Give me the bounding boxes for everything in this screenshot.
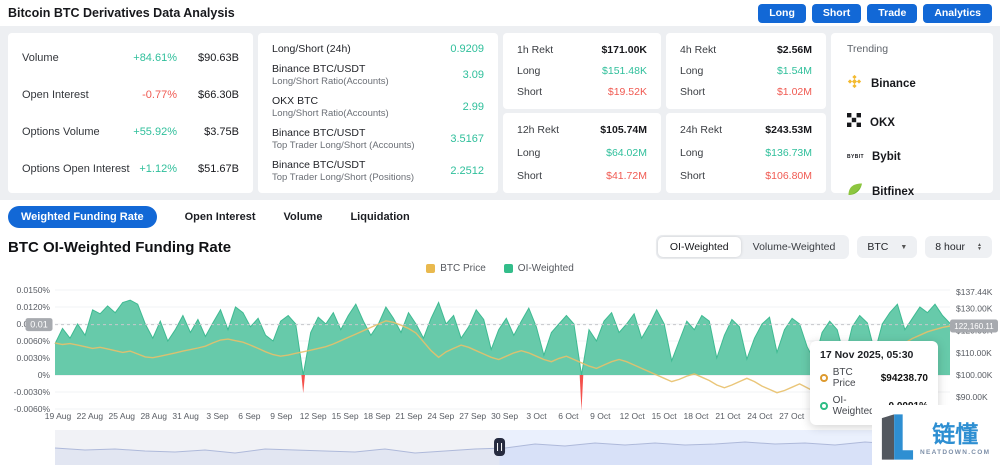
ratio-row-okx-accounts[interactable]: OKX BTC Long/Short Ratio(Accounts) 2.99	[272, 95, 484, 119]
trending-item-binance[interactable]: Binance	[847, 74, 977, 94]
svg-text:24 Sep: 24 Sep	[427, 411, 454, 421]
svg-text:-0.0030%: -0.0030%	[14, 387, 51, 397]
rekt-card-24h[interactable]: 24h Rekt$243.53M Long$136.73M Short$106.…	[666, 113, 826, 193]
weighting-toggle: OI-Weighted Volume-Weighted	[656, 235, 849, 259]
svg-text:31 Aug: 31 Aug	[172, 411, 199, 421]
coin-select[interactable]: BTC ▼	[857, 236, 917, 258]
svg-text:122,160.11: 122,160.11	[954, 322, 994, 331]
svg-text:24 Oct: 24 Oct	[747, 411, 773, 421]
stepper-arrows-icon: ▲▼	[977, 243, 982, 251]
svg-text:27 Sep: 27 Sep	[459, 411, 486, 421]
rekt-card-4h[interactable]: 4h Rekt$2.56M Long$1.54M Short$1.02M	[666, 33, 826, 109]
ratio-row-top-trader-positions[interactable]: Binance BTC/USDT Top Trader Long/Short (…	[272, 159, 484, 183]
binance-icon	[847, 74, 862, 94]
svg-text:21 Sep: 21 Sep	[395, 411, 422, 421]
svg-text:25 Aug: 25 Aug	[109, 411, 136, 421]
neatdown-logo-icon	[880, 413, 914, 466]
svg-text:3 Oct: 3 Oct	[526, 411, 547, 421]
oi-weighted-toggle[interactable]: OI-Weighted	[658, 237, 741, 257]
header-buttons: Long Short Trade Analytics	[758, 4, 992, 23]
tab-weighted-funding-rate[interactable]: Weighted Funding Rate	[8, 206, 157, 228]
svg-text:27 Oct: 27 Oct	[779, 411, 805, 421]
stat-row-options-volume[interactable]: Options Volume +55.92% $3.75B	[22, 126, 239, 138]
tooltip-date: 17 Nov 2025, 05:30	[820, 349, 928, 361]
svg-text:15 Sep: 15 Sep	[332, 411, 359, 421]
svg-text:22 Aug: 22 Aug	[77, 411, 104, 421]
chart-section-title: BTC OI-Weighted Funding Rate	[8, 239, 231, 256]
ratio-row-binance-accounts[interactable]: Binance BTC/USDT Long/Short Ratio(Accoun…	[272, 63, 484, 87]
long-short-ratio-card: Long/Short (24h) 0.9209 Binance BTC/USDT…	[258, 33, 498, 193]
volume-weighted-toggle[interactable]: Volume-Weighted	[741, 237, 848, 257]
trending-item-bybit[interactable]: BYBIT Bybit	[847, 151, 977, 163]
svg-text:12 Oct: 12 Oct	[620, 411, 646, 421]
trending-card: Trending Binance OKX	[831, 33, 993, 193]
ratio-row-top-trader-accounts[interactable]: Binance BTC/USDT Top Trader Long/Short (…	[272, 127, 484, 151]
svg-text:30 Sep: 30 Sep	[491, 411, 518, 421]
svg-text:$100.00K: $100.00K	[956, 370, 993, 380]
okx-icon	[847, 113, 861, 132]
svg-text:12 Sep: 12 Sep	[300, 411, 327, 421]
tooltip-row-btc-price: BTC Price $94238.70	[820, 367, 928, 389]
svg-text:21 Oct: 21 Oct	[715, 411, 741, 421]
stat-row-open-interest[interactable]: Open Interest -0.77% $66.30B	[22, 89, 239, 101]
watermark-cn-text: 链懂	[932, 422, 978, 446]
interval-select[interactable]: 8 hour ▲▼	[925, 236, 992, 258]
svg-text:18 Sep: 18 Sep	[364, 411, 391, 421]
oi-weighted-dot	[820, 402, 828, 410]
stat-row-options-open-interest[interactable]: Options Open Interest +1.12% $51.67B	[22, 163, 239, 175]
svg-text:3 Sep: 3 Sep	[206, 411, 228, 421]
derivatives-dashboard: Bitcoin BTC Derivatives Data Analysis Lo…	[0, 0, 1000, 473]
trending-item-okx[interactable]: OKX	[847, 113, 977, 132]
stat-row-volume[interactable]: Volume +84.61% $90.63B	[22, 52, 239, 64]
svg-text:0.0030%: 0.0030%	[16, 353, 50, 363]
svg-text:$110.00K: $110.00K	[956, 348, 992, 358]
tab-volume[interactable]: Volume	[284, 211, 323, 223]
rekt-card-1h[interactable]: 1h Rekt$171.00K Long$151.48K Short$19.52…	[503, 33, 661, 109]
short-button[interactable]: Short	[812, 4, 861, 23]
analytics-button[interactable]: Analytics	[923, 4, 992, 23]
svg-text:6 Sep: 6 Sep	[238, 411, 260, 421]
rekt-card-12h[interactable]: 12h Rekt$105.74M Long$64.02M Short$41.72…	[503, 113, 661, 193]
chart-tabs: Weighted Funding Rate Open Interest Volu…	[8, 206, 410, 228]
chevron-down-icon: ▼	[900, 244, 907, 251]
tab-liquidation[interactable]: Liquidation	[350, 211, 409, 223]
svg-text:9 Sep: 9 Sep	[270, 411, 292, 421]
navigator-handle[interactable]	[494, 438, 505, 456]
market-stats-card: Volume +84.61% $90.63B Open Interest -0.…	[8, 33, 253, 193]
bybit-icon: BYBIT	[847, 154, 863, 160]
svg-text:$130.00K: $130.00K	[956, 304, 993, 314]
svg-text:15 Oct: 15 Oct	[652, 411, 678, 421]
svg-text:9 Oct: 9 Oct	[590, 411, 611, 421]
long-button[interactable]: Long	[758, 4, 806, 23]
svg-text:28 Aug: 28 Aug	[140, 411, 167, 421]
svg-text:6 Oct: 6 Oct	[558, 411, 579, 421]
svg-text:0.0060%: 0.0060%	[16, 336, 50, 346]
svg-text:0.01: 0.01	[30, 320, 48, 330]
neatdown-watermark: 链懂 NEATDOWN.COM	[872, 405, 1000, 473]
tab-open-interest[interactable]: Open Interest	[185, 211, 256, 223]
stats-band: Volume +84.61% $90.63B Open Interest -0.…	[0, 26, 1000, 200]
top-bar: Bitcoin BTC Derivatives Data Analysis Lo…	[0, 0, 1000, 26]
btc-price-dot	[820, 374, 828, 382]
svg-text:19 Aug: 19 Aug	[45, 411, 72, 421]
svg-text:18 Oct: 18 Oct	[683, 411, 709, 421]
svg-text:0%: 0%	[38, 370, 51, 380]
chart-controls: OI-Weighted Volume-Weighted BTC ▼ 8 hour…	[656, 235, 992, 259]
trending-item-bitfinex[interactable]: Bitfinex	[847, 182, 977, 202]
ratio-row-24h[interactable]: Long/Short (24h) 0.9209	[272, 43, 484, 55]
watermark-domain-text: NEATDOWN.COM	[920, 449, 990, 456]
trending-title: Trending	[847, 43, 977, 55]
svg-text:$90.00K: $90.00K	[956, 392, 988, 402]
svg-text:0.0150%: 0.0150%	[16, 285, 50, 295]
svg-text:0.0120%: 0.0120%	[16, 302, 50, 312]
trade-button[interactable]: Trade	[867, 4, 917, 23]
svg-text:$137.44K: $137.44K	[956, 287, 993, 297]
bitfinex-icon	[847, 182, 863, 202]
page-title: Bitcoin BTC Derivatives Data Analysis	[8, 6, 235, 20]
